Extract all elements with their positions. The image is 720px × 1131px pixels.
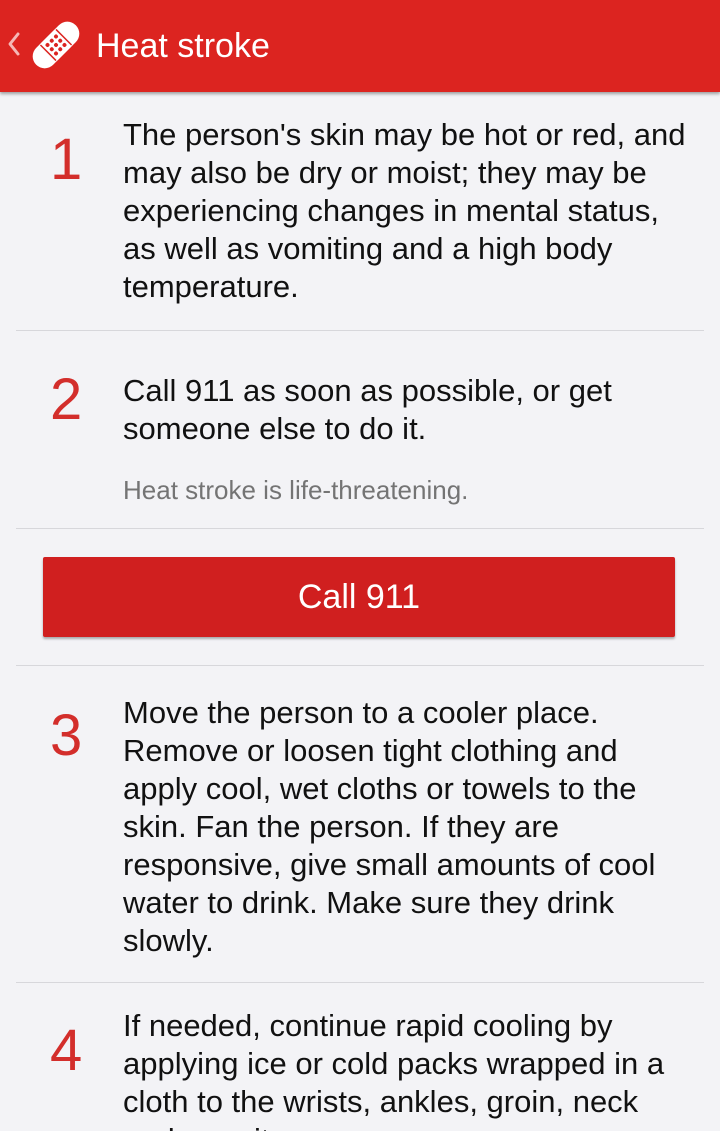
step-text: The person's skin may be hot or red, and… [123,117,686,304]
step-item: 4 If needed, continue rapid cooling by a… [16,983,704,1131]
app-bar: Heat stroke [0,0,720,92]
bandage-icon[interactable] [26,14,86,76]
step-text: Call 911 as soon as possible, or get som… [123,373,612,446]
chevron-left-icon[interactable] [6,28,22,60]
step-note: Heat stroke is life-threatening. [123,475,469,505]
instructions-list: 1 The person's skin may be hot or red, a… [0,92,720,1131]
step-item: 1 The person's skin may be hot or red, a… [16,92,704,331]
step-text: If needed, continue rapid cooling by app… [123,1008,665,1131]
step-number: 4 [50,1018,83,1083]
step-item: 3 Move the person to a cooler place. Rem… [16,666,704,983]
step-item: 2 Call 911 as soon as possible, or get s… [16,331,704,529]
step-number: 3 [50,703,83,768]
step-number: 1 [50,127,83,192]
step-text: Move the person to a cooler place. Remov… [123,695,656,958]
call-button-row: Call 911 [16,529,704,666]
step-number: 2 [50,367,83,432]
page-title: Heat stroke [96,27,270,65]
call-911-button[interactable]: Call 911 [43,557,675,637]
